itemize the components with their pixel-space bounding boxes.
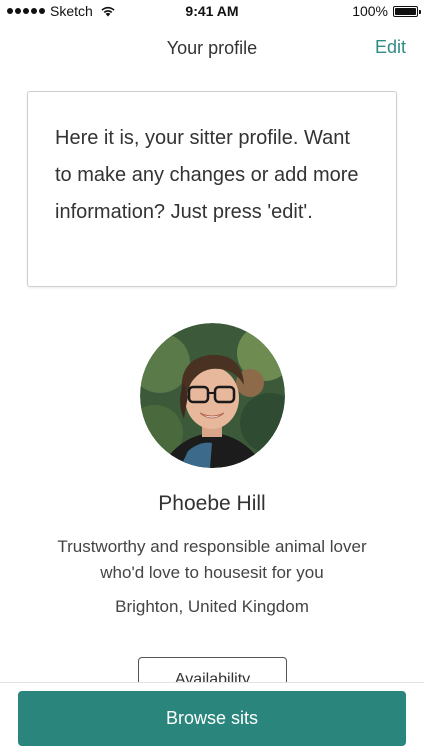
bottom-bar: Browse sits xyxy=(0,682,424,756)
page-title: Your profile xyxy=(166,38,258,58)
profile-name: Phoebe Hill xyxy=(158,492,266,515)
profile-screen: Sketch 9:41 AM 100% Your profile Edit He… xyxy=(0,0,424,756)
avatar-photo xyxy=(140,323,285,468)
profile-location: Brighton, United Kingdom xyxy=(115,597,309,616)
info-card-text: Here it is, your sitter profile. Want to… xyxy=(55,127,359,223)
status-right: 100% xyxy=(352,3,421,19)
edit-button[interactable]: Edit xyxy=(375,37,406,58)
navigation-bar: Your profile Edit xyxy=(0,22,424,74)
battery-icon xyxy=(393,5,421,17)
browse-sits-button[interactable]: Browse sits xyxy=(18,691,406,746)
info-card: Here it is, your sitter profile. Want to… xyxy=(27,91,397,287)
status-bar: Sketch 9:41 AM 100% xyxy=(0,0,424,22)
avatar xyxy=(140,323,285,468)
battery-percent: 100% xyxy=(352,3,388,19)
profile-bio: Trustworthy and responsible animal lover… xyxy=(57,537,367,582)
